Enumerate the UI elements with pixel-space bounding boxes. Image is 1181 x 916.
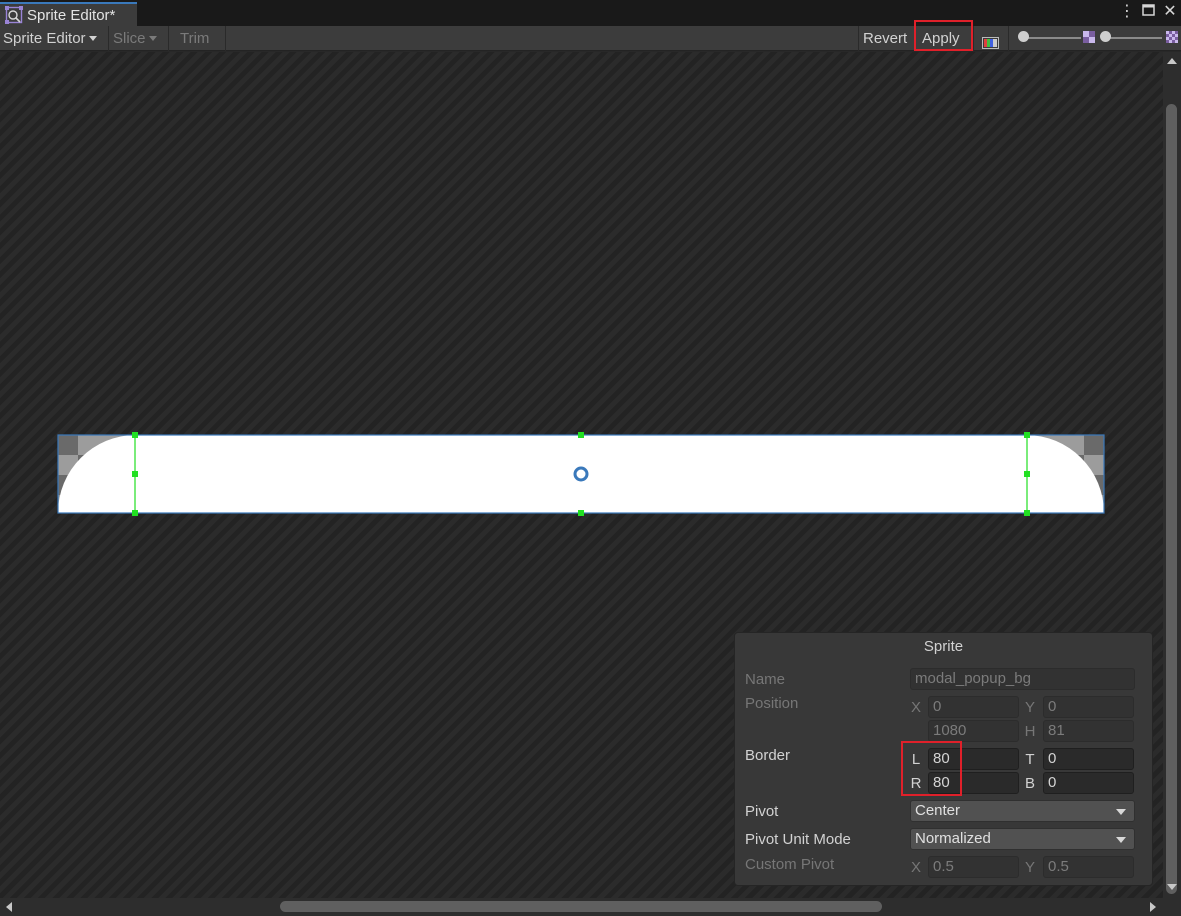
name-label: Name	[745, 671, 786, 688]
scroll-left-icon[interactable]	[6, 902, 12, 912]
horizontal-scrollbar[interactable]	[0, 898, 1163, 916]
scrollbar-corner	[1163, 898, 1181, 916]
panel-title: Sprite	[923, 638, 964, 655]
vertical-scrollbar[interactable]	[1163, 52, 1181, 898]
toolbar-divider	[168, 26, 169, 51]
checker-large-icon	[1166, 31, 1178, 43]
name-field[interactable]: modal_popup_bg	[910, 668, 1135, 690]
zoom-slider-handle[interactable]	[1018, 31, 1029, 42]
position-label: Position	[745, 695, 799, 712]
border-highlight-box	[901, 741, 962, 796]
scroll-up-icon[interactable]	[1167, 58, 1177, 64]
vertical-scroll-thumb[interactable]	[1166, 104, 1177, 894]
toolbar-divider	[225, 26, 226, 51]
toolbar-divider	[1008, 26, 1009, 51]
chevron-down-icon	[1116, 837, 1126, 843]
pivot-unit-mode-dropdown[interactable]: Normalized	[910, 828, 1135, 850]
position-x-field[interactable]: 0	[928, 696, 1019, 718]
pivot-label: Pivot	[745, 803, 779, 820]
pivot-dropdown[interactable]: Center	[910, 800, 1135, 822]
position-h-field[interactable]: 81	[1043, 720, 1134, 742]
border-label: Border	[745, 747, 791, 764]
trim-button[interactable]: Trim	[180, 26, 209, 51]
sprite-editor-icon	[5, 6, 23, 24]
sprite-inspector-panel: Sprite Name modal_popup_bg Position X 0 …	[734, 632, 1153, 886]
apply-highlight-box	[914, 20, 973, 51]
sprite-rect[interactable]	[57, 432, 1105, 516]
toolbar: Sprite Editor Slice Trim Revert Apply	[0, 26, 1181, 51]
mode-dropdown-label: Sprite Editor	[3, 30, 86, 47]
position-y-label: Y	[1024, 699, 1035, 716]
tab-title: Sprite Editor*	[27, 6, 116, 24]
border-b-label: B	[1024, 775, 1035, 792]
slice-label: Slice	[113, 30, 146, 47]
chevron-down-icon	[148, 35, 157, 41]
color-channels-icon[interactable]	[982, 32, 999, 49]
border-t-label: T	[1025, 751, 1035, 768]
custom-pivot-label: Custom Pivot	[745, 856, 835, 873]
checker-small-icon	[1083, 31, 1095, 43]
chevron-down-icon	[88, 35, 97, 41]
scroll-down-icon[interactable]	[1167, 884, 1177, 890]
revert-button[interactable]: Revert	[863, 26, 907, 51]
more-options-icon[interactable]: ⋮	[1119, 3, 1135, 21]
custom-pivot-x-label: X	[910, 859, 921, 876]
window-controls: ⋮ ✕	[1119, 3, 1177, 21]
mip-slider-handle[interactable]	[1100, 31, 1111, 42]
border-t-field[interactable]: 0	[1043, 748, 1134, 770]
position-y-field[interactable]: 0	[1043, 696, 1134, 718]
custom-pivot-x-field[interactable]: 0.5	[928, 856, 1019, 878]
position-h-label: H	[1024, 723, 1036, 740]
chevron-down-icon	[1116, 809, 1126, 815]
slice-dropdown[interactable]: Slice	[113, 26, 157, 51]
border-b-field[interactable]: 0	[1043, 772, 1134, 794]
window-tab-bar: Sprite Editor* ⋮ ✕	[0, 0, 1181, 26]
toolbar-divider	[973, 26, 974, 51]
mip-slider-track[interactable]	[1105, 37, 1162, 39]
custom-pivot-y-label: Y	[1024, 859, 1035, 876]
pivot-unit-mode-label: Pivot Unit Mode	[745, 831, 851, 848]
mode-dropdown[interactable]: Sprite Editor	[3, 26, 97, 51]
tab-sprite-editor[interactable]: Sprite Editor*	[0, 2, 137, 26]
scroll-right-icon[interactable]	[1150, 902, 1156, 912]
toolbar-divider	[858, 26, 859, 51]
custom-pivot-y-field[interactable]: 0.5	[1043, 856, 1134, 878]
zoom-slider-track[interactable]	[1023, 37, 1081, 39]
horizontal-scroll-thumb[interactable]	[280, 901, 882, 912]
pivot-unit-mode-value: Normalized	[915, 830, 991, 847]
sprite-image	[58, 435, 1104, 513]
position-w-field[interactable]: 1080	[928, 720, 1019, 742]
pivot-dropdown-value: Center	[915, 802, 961, 819]
maximize-icon[interactable]	[1141, 3, 1155, 21]
close-icon[interactable]: ✕	[1163, 3, 1177, 21]
position-x-label: X	[910, 699, 921, 716]
toolbar-divider	[108, 26, 109, 51]
